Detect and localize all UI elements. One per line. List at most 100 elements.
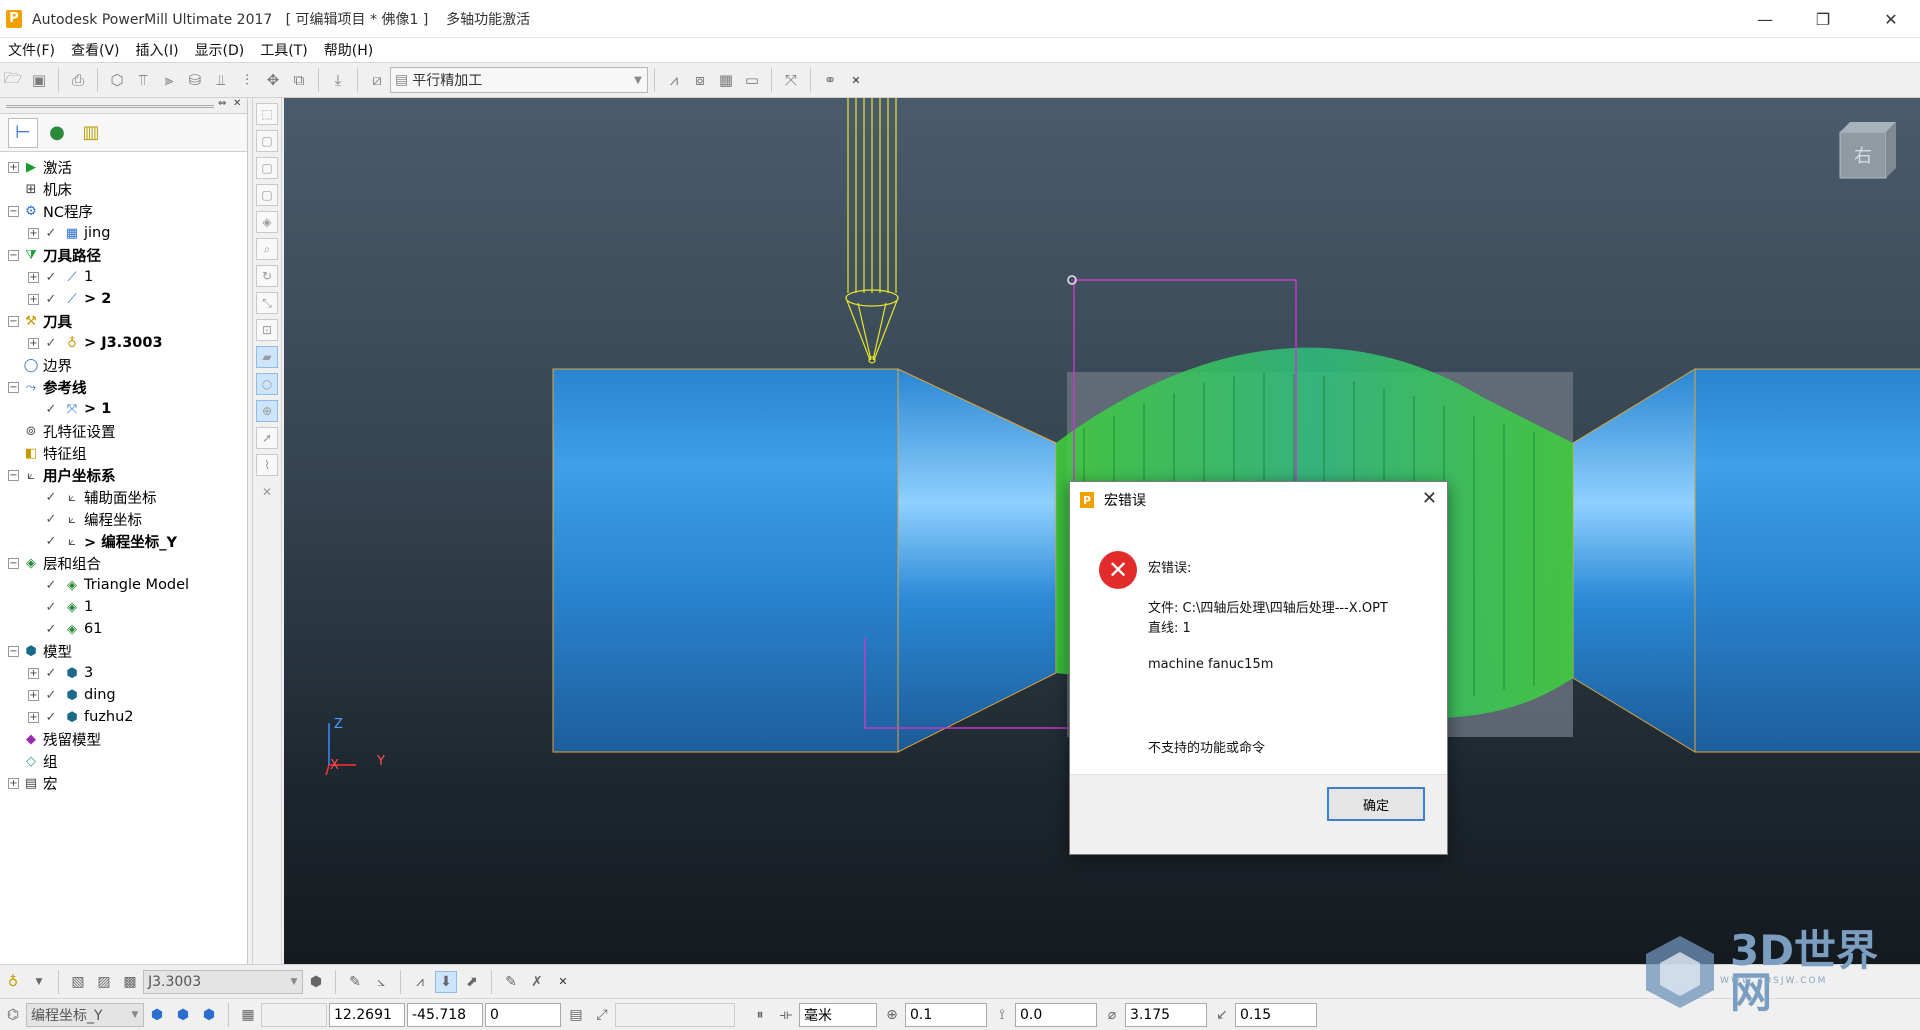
calculator-icon[interactable]: ▦ — [715, 69, 737, 91]
tool-edit-icon[interactable]: ✎ — [344, 971, 366, 993]
tree-item[interactable]: + ✓ ⟋ 1 — [0, 266, 247, 288]
shaded-icon[interactable]: ▰ — [256, 346, 278, 368]
tree-item[interactable]: + ✓ ⬢ 3 — [0, 662, 247, 684]
minimize-icon[interactable]: — — [1736, 0, 1794, 38]
strategy-icon[interactable]: ⧄ — [366, 69, 388, 91]
tab-recycle[interactable]: ▥ — [76, 118, 106, 148]
tree-item[interactable]: ✓ ⟀ 编程坐标 — [0, 508, 247, 530]
zoom-box-icon[interactable]: ⊡ — [256, 319, 278, 341]
status-check-icon[interactable]: ✓ — [42, 291, 60, 307]
rapid-move-icon[interactable]: ⫪ — [132, 69, 154, 91]
restore-icon[interactable]: ❐ — [1794, 0, 1852, 38]
feeds-speeds-icon[interactable]: ⫸ — [158, 69, 180, 91]
menu-view[interactable]: 查看(V) — [63, 40, 128, 60]
expand-icon[interactable]: + — [8, 777, 19, 789]
pause-icon[interactable]: ⏸ — [749, 1004, 771, 1026]
coord-y-field[interactable]: -45.718 — [407, 1002, 483, 1027]
collision-check-icon[interactable]: ⩘ — [663, 69, 685, 91]
tool-ball-icon[interactable]: ▨ — [93, 971, 115, 993]
tree-item[interactable]: ◆ 残留模型 — [0, 728, 247, 750]
status-check-icon[interactable]: ✓ — [42, 269, 60, 285]
right-cone[interactable] — [1572, 368, 1696, 753]
ruler-icon[interactable]: ▭ — [741, 69, 763, 91]
tree-item[interactable]: ◯ 边界 — [0, 354, 247, 376]
tool-cup-icon[interactable]: ♁ — [2, 971, 24, 993]
status-check-icon[interactable]: ✓ — [42, 511, 60, 527]
status-check-icon[interactable]: ✓ — [42, 225, 60, 241]
sphere-icon[interactable]: ○ — [256, 373, 278, 395]
refresh-icon[interactable]: ↻ — [256, 265, 278, 287]
save-icon[interactable]: ▣ — [28, 69, 50, 91]
tree-item[interactable]: + ✓ ▦ jing — [0, 222, 247, 244]
snap-icon[interactable]: ⤢ — [591, 1004, 613, 1026]
tree-item[interactable]: − ⚒ 刀具 — [0, 310, 247, 332]
expand-icon[interactable]: + — [28, 689, 39, 701]
collapse-icon[interactable]: − — [8, 315, 19, 327]
coord-z-field[interactable]: 0 — [485, 1002, 561, 1027]
thickness-field[interactable]: 0.0 — [1015, 1002, 1097, 1027]
dialog-close-icon[interactable]: ✕ — [1422, 488, 1437, 509]
right-cylinder[interactable] — [1694, 368, 1920, 753]
copy-icon[interactable]: ⧉ — [288, 69, 310, 91]
left-cone[interactable] — [897, 368, 1057, 753]
tab-explorer-tree[interactable]: ⊢ — [8, 117, 38, 148]
tree-item[interactable]: ✓ ⤧ > 1 — [0, 398, 247, 420]
cutting-tool[interactable] — [845, 98, 899, 364]
start-point-icon[interactable]: ⫫ — [210, 69, 232, 91]
collapse-icon[interactable]: − — [8, 469, 19, 481]
tool-tip-icon[interactable]: ▩ — [119, 971, 141, 993]
block-icon[interactable]: ⬡ — [106, 69, 128, 91]
tree-item[interactable]: ⊞ 机床 — [0, 178, 247, 200]
tree-item[interactable]: + ✓ ⬢ fuzhu2 — [0, 706, 247, 728]
tool-shade-icon[interactable]: ⩘ — [409, 971, 431, 993]
wireframe-icon[interactable]: ⊕ — [256, 400, 278, 422]
menu-help[interactable]: 帮助(H) — [316, 40, 381, 60]
view-side-icon[interactable]: ▢ — [256, 157, 278, 179]
tree-item[interactable]: − ⟀ 用户坐标系 — [0, 464, 247, 486]
status-check-icon[interactable]: ✓ — [42, 709, 60, 725]
pin-icon[interactable]: ⇔ — [218, 98, 226, 109]
collapse-icon[interactable]: − — [8, 381, 19, 393]
tree-item[interactable]: ✓ ⟀ > 编程坐标_Y — [0, 530, 247, 552]
stepover-field[interactable]: 0.15 — [1235, 1002, 1317, 1027]
status-check-icon[interactable]: ✓ — [42, 401, 60, 417]
view-close-icon[interactable]: ✕ — [256, 481, 278, 503]
units-field[interactable]: 毫米 — [799, 1002, 877, 1027]
simulate-icon[interactable]: ⧇ — [689, 69, 711, 91]
expand-icon[interactable]: + — [28, 271, 39, 283]
tool-measure-icon[interactable]: ⦣ — [370, 971, 392, 993]
tree-item[interactable]: − ⤳ 参考线 — [0, 376, 247, 398]
tolerance-field[interactable]: 0.1 — [905, 1002, 987, 1027]
expand-icon[interactable]: + — [28, 667, 39, 679]
status-check-icon[interactable]: ✓ — [42, 577, 60, 593]
menu-display[interactable]: 显示(D) — [187, 40, 253, 60]
binoculars-icon[interactable]: ⚭ — [819, 69, 841, 91]
tree-item[interactable]: ✓ ◈ Triangle Model — [0, 574, 247, 596]
workplane-select[interactable]: 编程坐标_Y ▼ — [26, 1002, 144, 1027]
import-icon[interactable]: ⤓ — [327, 69, 349, 91]
tree-item[interactable]: ✓ ◈ 1 — [0, 596, 247, 618]
collapse-icon[interactable]: − — [8, 249, 19, 261]
leads-links-icon[interactable]: ⛁ — [184, 69, 206, 91]
collapse-icon[interactable]: − — [8, 557, 19, 569]
select-icon[interactable]: ➚ — [256, 427, 278, 449]
expand-icon[interactable]: + — [8, 161, 19, 173]
tab-globe[interactable]: ● — [42, 118, 72, 148]
tool-toolbar-close-icon[interactable]: ✕ — [552, 971, 574, 993]
grid-icon[interactable]: ▦ — [237, 1004, 259, 1026]
menu-insert[interactable]: 插入(I) — [128, 40, 187, 60]
diameter-field[interactable]: 3.175 — [1125, 1002, 1207, 1027]
status-check-icon[interactable]: ✓ — [42, 621, 60, 637]
print-icon[interactable]: ⎙ — [67, 69, 89, 91]
close-icon[interactable]: ✕ — [1862, 0, 1920, 38]
collapse-icon[interactable]: − — [8, 205, 19, 217]
strategy-select[interactable]: ▤ 平行精加工 ▼ — [390, 67, 648, 93]
status-check-icon[interactable]: ✓ — [42, 533, 60, 549]
coord-x-field[interactable]: 12.2691 — [329, 1002, 405, 1027]
tree-item[interactable]: ✓ ◈ 61 — [0, 618, 247, 640]
ok-button[interactable]: 确定 — [1327, 787, 1425, 821]
tree-item[interactable]: + ✓ ⟋ > 2 — [0, 288, 247, 310]
coord-table-icon[interactable]: ▤ — [565, 1004, 587, 1026]
status-check-icon[interactable]: ✓ — [42, 335, 60, 351]
status-check-icon[interactable]: ✓ — [42, 687, 60, 703]
